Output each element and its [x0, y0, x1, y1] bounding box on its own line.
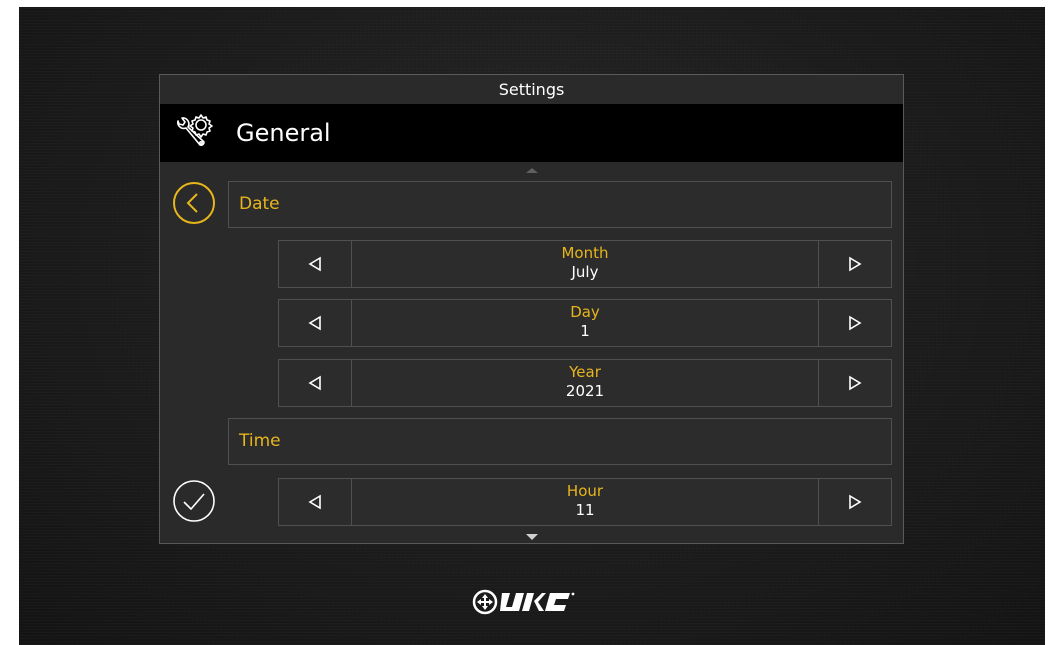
urc-logo [472, 589, 575, 615]
day-stepper: Day 1 [278, 299, 892, 347]
triangle-left-icon [308, 256, 321, 272]
device-screen: Settings General Date Month July Day 1 Y… [19, 7, 1045, 645]
hour-display: Hour 11 [352, 479, 818, 525]
section-date[interactable]: Date [228, 181, 892, 228]
month-increment-button[interactable] [818, 241, 891, 287]
day-value: 1 [580, 322, 590, 340]
panel-title: Settings [498, 80, 565, 99]
day-increment-button[interactable] [818, 300, 891, 346]
triangle-left-icon [308, 315, 321, 331]
triangle-right-icon [849, 375, 862, 391]
back-button[interactable] [172, 181, 216, 225]
section-time[interactable]: Time [228, 418, 892, 465]
section-title: General [236, 119, 331, 147]
day-label: Day [570, 303, 600, 321]
day-decrement-button[interactable] [279, 300, 352, 346]
day-display: Day 1 [352, 300, 818, 346]
month-value: July [571, 263, 599, 281]
year-stepper: Year 2021 [278, 359, 892, 407]
year-label: Year [569, 363, 601, 381]
month-display: Month July [352, 241, 818, 287]
triangle-right-icon [849, 315, 862, 331]
header-bar: General [160, 104, 903, 162]
hour-decrement-button[interactable] [279, 479, 352, 525]
hour-label: Hour [566, 482, 604, 500]
year-increment-button[interactable] [818, 360, 891, 406]
year-value: 2021 [565, 382, 605, 400]
hour-increment-button[interactable] [818, 479, 891, 525]
wrench-gear-icon [177, 114, 213, 146]
triangle-left-icon [308, 375, 321, 391]
year-decrement-button[interactable] [279, 360, 352, 406]
scroll-up-indicator[interactable] [526, 168, 538, 173]
scroll-down-indicator[interactable] [526, 534, 538, 540]
month-stepper: Month July [278, 240, 892, 288]
triangle-left-icon [308, 494, 321, 510]
triangle-right-icon [849, 256, 862, 272]
hour-value: 11 [575, 501, 595, 519]
month-label: Month [561, 244, 609, 262]
triangle-right-icon [849, 494, 862, 510]
year-display: Year 2021 [352, 360, 818, 406]
settings-panel: Settings General Date Month July Day 1 Y… [159, 74, 904, 544]
confirm-button[interactable] [172, 479, 216, 523]
hour-stepper: Hour 11 [278, 478, 892, 526]
month-decrement-button[interactable] [279, 241, 352, 287]
